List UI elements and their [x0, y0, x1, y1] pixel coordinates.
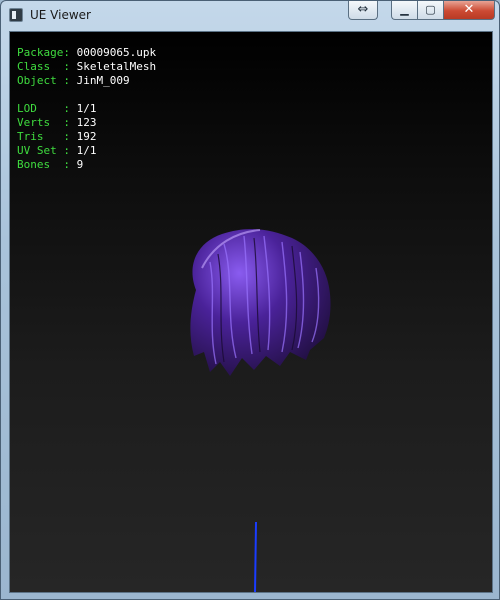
- lod-label: LOD :: [17, 102, 70, 115]
- bones-row: Bones : 9: [17, 158, 83, 172]
- verts-label: Verts :: [17, 116, 70, 129]
- lod-row: LOD : 1/1: [17, 102, 96, 116]
- uvset-label: UV Set :: [17, 144, 70, 157]
- uvset-row: UV Set : 1/1: [17, 144, 96, 158]
- bone-line: [254, 521, 257, 592]
- package-value: 00009065.upk: [76, 46, 157, 59]
- caption-buttons: ▁ ▢ ✕: [391, 1, 495, 20]
- tris-row: Tris : 192: [17, 130, 96, 144]
- lod-value: 1/1: [76, 102, 97, 115]
- app-icon: [9, 8, 23, 22]
- minimize-button[interactable]: ▁: [391, 1, 417, 20]
- class-value: SkeletalMesh: [76, 60, 157, 73]
- hair-shape: [190, 229, 331, 376]
- bones-label: Bones :: [17, 158, 70, 171]
- package-label: Package:: [17, 46, 70, 59]
- window-title: UE Viewer: [30, 8, 91, 22]
- class-row: Class : SkeletalMesh: [17, 60, 156, 74]
- verts-value: 123: [76, 116, 97, 129]
- tris-label: Tris :: [17, 130, 70, 143]
- object-row: Object : JinM_009: [17, 74, 130, 88]
- class-label: Class :: [17, 60, 70, 73]
- resize-toggle-button[interactable]: ⇔: [348, 1, 378, 20]
- package-row: Package: 00009065.upk: [17, 46, 156, 60]
- maximize-button[interactable]: ▢: [417, 1, 443, 20]
- verts-row: Verts : 123: [17, 116, 96, 130]
- title-bar[interactable]: UE Viewer ⇔ ▁ ▢ ✕: [1, 1, 499, 31]
- tris-value: 192: [76, 130, 97, 143]
- 3d-viewport[interactable]: Package: 00009065.upk Class : SkeletalMe…: [9, 31, 493, 593]
- bones-value: 9: [76, 158, 84, 171]
- object-value: JinM_009: [76, 74, 130, 87]
- uvset-value: 1/1: [76, 144, 97, 157]
- close-button[interactable]: ✕: [443, 1, 495, 20]
- ue-viewer-window: UE Viewer ⇔ ▁ ▢ ✕ Package: 00009065.upk …: [0, 0, 500, 600]
- object-label: Object :: [17, 74, 70, 87]
